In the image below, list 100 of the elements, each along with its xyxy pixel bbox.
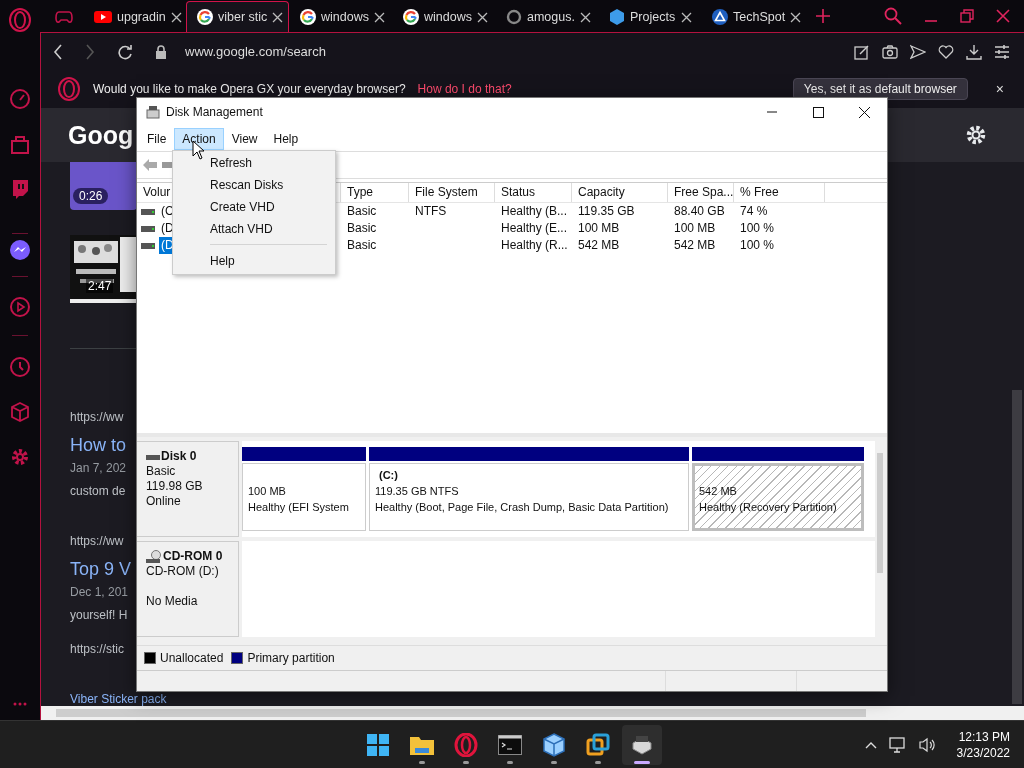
- video-duration: 2:47: [86, 279, 114, 293]
- windows-logo-icon: [367, 733, 389, 756]
- new-tab-icon[interactable]: [816, 9, 830, 23]
- partition-status: Healthy (Boot, Page File, Crash Dump, Basic Data Partition): [375, 500, 670, 515]
- network-icon[interactable]: [888, 736, 907, 753]
- chevron-up-icon[interactable]: [864, 740, 877, 749]
- close-icon[interactable]: [996, 9, 1010, 23]
- cube-icon[interactable]: [9, 401, 31, 423]
- partition-block[interactable]: 100 MB Healthy (EFI System: [242, 463, 366, 531]
- menu-item[interactable]: Action: [174, 127, 224, 150]
- browser-tab[interactable]: Projects: [598, 1, 701, 32]
- volume-icon[interactable]: [918, 736, 937, 753]
- ring-icon: [506, 9, 522, 25]
- twitch-icon[interactable]: [10, 178, 30, 200]
- clock[interactable]: 12:13 PM 3/23/2022: [956, 728, 1010, 761]
- restore-icon[interactable]: [960, 9, 974, 23]
- disk-status: Online: [146, 494, 181, 509]
- opera-logo-icon[interactable]: [8, 8, 32, 32]
- table-cell-text: Healthy (E...: [500, 220, 569, 237]
- table-cell-text: 100 MB: [673, 220, 717, 237]
- more-icon[interactable]: [13, 702, 27, 706]
- partition-size: 119.35 GB NTFS: [375, 484, 460, 499]
- google-icon: [197, 9, 213, 25]
- browser-tab[interactable]: upgradin: [83, 1, 186, 32]
- messenger-icon[interactable]: [9, 239, 31, 261]
- disk-type: CD-ROM (D:): [146, 564, 219, 579]
- column-header[interactable]: % Free: [734, 183, 825, 202]
- download-icon[interactable]: [966, 43, 982, 60]
- tab-close-icon[interactable]: [476, 11, 488, 23]
- column-header[interactable]: Free Spa...: [668, 183, 734, 202]
- pin-icon[interactable]: [854, 43, 870, 60]
- camera-icon[interactable]: [882, 43, 898, 60]
- result-url[interactable]: https://ww: [70, 407, 124, 427]
- menu-item[interactable]: Rescan Disks: [173, 174, 335, 196]
- menu-item[interactable]: View: [223, 127, 266, 150]
- drive-icon: [141, 242, 155, 249]
- browser-tab[interactable]: TechSpot: [701, 1, 804, 32]
- table-cell-text: 100 MB: [577, 220, 621, 237]
- column-header[interactable]: Capacity: [572, 183, 668, 202]
- result-url[interactable]: https://ww: [70, 531, 124, 551]
- drive-icon: [141, 225, 155, 232]
- table-cell-text: 542 MB: [673, 237, 717, 254]
- forward-icon[interactable]: [85, 43, 95, 60]
- set-default-button[interactable]: Yes, set it as default browser: [792, 78, 968, 100]
- help-link[interactable]: How do I do that?: [417, 82, 512, 96]
- table-cell-text: 542 MB: [577, 237, 621, 254]
- tab-close-icon[interactable]: [272, 11, 284, 23]
- menu-item[interactable]: Attach VHD: [173, 218, 335, 240]
- partition-block[interactable]: (C:) 119.35 GB NTFS Healthy (Boot, Page File, Crash Dump, Basic Data Partition): [369, 463, 689, 531]
- cube-icon: [542, 732, 566, 757]
- tab-close-icon[interactable]: [790, 11, 802, 23]
- result-link[interactable]: How to: [70, 433, 127, 457]
- opera-logo-icon: [454, 732, 478, 757]
- send-icon[interactable]: [910, 43, 926, 60]
- search-icon[interactable]: [884, 7, 902, 25]
- settings-icon[interactable]: [965, 124, 987, 146]
- disk-label-panel[interactable]: CD-ROM 0 CD-ROM (D:) No Media: [137, 541, 239, 637]
- column-header[interactable]: Status: [495, 183, 572, 202]
- sliders-icon[interactable]: [994, 43, 1010, 60]
- result-url[interactable]: https://stic: [70, 639, 125, 659]
- table-cell-text: 88.40 GB: [673, 203, 726, 220]
- tab-close-icon[interactable]: [373, 11, 385, 23]
- result-link[interactable]: Top 9 V: [70, 557, 132, 581]
- tab-close-icon[interactable]: [681, 11, 692, 23]
- browser-tab[interactable]: windows: [289, 1, 392, 32]
- table-cell-text: Healthy (R...: [500, 237, 569, 254]
- disk-label-panel[interactable]: Disk 0 Basic 119.98 GB Online: [137, 441, 239, 537]
- close-icon: [858, 106, 870, 118]
- back-icon[interactable]: [53, 43, 63, 60]
- heart-icon[interactable]: [938, 43, 954, 60]
- browser-tab[interactable]: viber stic: [186, 1, 289, 32]
- table-cell-text: Healthy (B...: [500, 203, 569, 220]
- column-header[interactable]: Type: [341, 183, 409, 202]
- menu-item[interactable]: File: [139, 127, 175, 150]
- clock-icon[interactable]: [9, 356, 31, 378]
- menu-item[interactable]: Create VHD: [173, 196, 335, 218]
- partition-block[interactable]: 542 MB Healthy (Recovery Partition): [692, 463, 864, 531]
- tab-close-icon[interactable]: [579, 11, 591, 23]
- address-field[interactable]: www.google.com/search: [185, 44, 326, 59]
- menu-item[interactable]: Help: [265, 127, 307, 150]
- browser-tab[interactable]: amogus.: [495, 1, 598, 32]
- close-button[interactable]: ×: [991, 81, 1008, 97]
- table-cell-text: 74 %: [739, 203, 769, 220]
- scrollbar[interactable]: [41, 706, 1024, 720]
- tab-close-icon[interactable]: [170, 11, 182, 23]
- video-duration: 0:26: [73, 188, 109, 204]
- browser-tab[interactable]: windows: [392, 1, 495, 32]
- menu-item[interactable]: Refresh: [173, 152, 335, 174]
- video-thumbnail[interactable]: 0:26: [70, 162, 137, 210]
- google-icon: [403, 9, 419, 25]
- taskbar-app[interactable]: [622, 724, 662, 765]
- shopping-bag-icon[interactable]: [10, 133, 30, 155]
- play-logo-icon: [94, 10, 112, 24]
- google-logo[interactable]: Goog: [68, 120, 134, 150]
- column-header[interactable]: File System: [409, 183, 495, 202]
- reload-icon[interactable]: [117, 43, 133, 60]
- menu-item[interactable]: Help: [173, 250, 335, 272]
- result-link[interactable]: Viber Sticker pack: [70, 693, 167, 706]
- speedometer-icon[interactable]: [9, 88, 31, 110]
- play-icon[interactable]: [9, 296, 31, 318]
